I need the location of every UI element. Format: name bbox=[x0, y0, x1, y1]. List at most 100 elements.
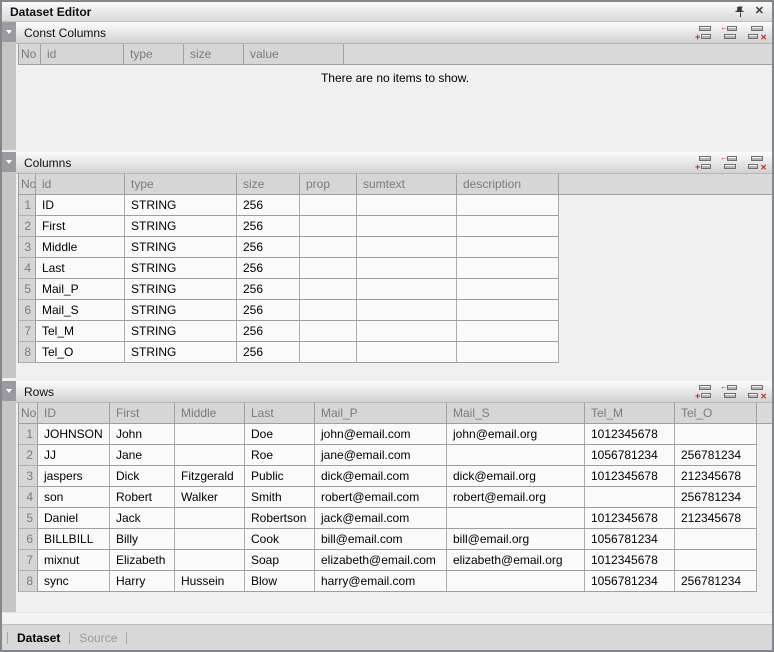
table-cell[interactable]: 256 bbox=[237, 237, 300, 258]
add-row-icon[interactable]: + bbox=[695, 25, 714, 40]
table-cell[interactable] bbox=[457, 216, 559, 237]
column-header-sumtext[interactable]: sumtext bbox=[357, 174, 457, 195]
column-header-size[interactable]: size bbox=[184, 44, 244, 65]
table-cell[interactable]: 1012345678 bbox=[585, 508, 675, 529]
column-header-description[interactable]: description bbox=[457, 174, 559, 195]
collapse-button[interactable] bbox=[2, 381, 16, 401]
table-cell[interactable] bbox=[447, 508, 585, 529]
table-cell[interactable]: Blow bbox=[245, 571, 315, 592]
table-cell[interactable]: Mail_P bbox=[36, 279, 125, 300]
table-cell[interactable]: mixnut bbox=[38, 550, 110, 571]
table-cell[interactable] bbox=[357, 195, 457, 216]
table-cell[interactable]: 256781234 bbox=[675, 445, 757, 466]
table-cell[interactable] bbox=[457, 300, 559, 321]
column-header-type[interactable]: type bbox=[124, 44, 184, 65]
table-cell[interactable]: JOHNSON bbox=[38, 424, 110, 445]
table-cell[interactable]: 256 bbox=[237, 300, 300, 321]
add-row-icon[interactable]: + bbox=[695, 384, 714, 399]
table-cell[interactable] bbox=[175, 550, 245, 571]
row-number-cell[interactable]: 1 bbox=[18, 424, 38, 445]
row-number-cell[interactable]: 5 bbox=[18, 279, 36, 300]
table-cell[interactable]: 1056781234 bbox=[585, 571, 675, 592]
column-header-mail_s[interactable]: Mail_S bbox=[447, 403, 585, 424]
table-cell[interactable]: john@email.org bbox=[447, 424, 585, 445]
table-cell[interactable]: jaspers bbox=[38, 466, 110, 487]
collapse-button[interactable] bbox=[2, 22, 16, 42]
table-cell[interactable]: harry@email.com bbox=[315, 571, 447, 592]
table-cell[interactable] bbox=[175, 508, 245, 529]
row-number-cell[interactable]: 6 bbox=[18, 529, 38, 550]
column-header-id[interactable]: id bbox=[36, 174, 125, 195]
table-cell[interactable] bbox=[300, 279, 357, 300]
table-cell[interactable] bbox=[300, 195, 357, 216]
add-row-icon[interactable]: + bbox=[695, 155, 714, 170]
table-cell[interactable]: Smith bbox=[245, 487, 315, 508]
column-header-first[interactable]: First bbox=[110, 403, 175, 424]
table-cell[interactable]: 212345678 bbox=[675, 466, 757, 487]
table-cell[interactable] bbox=[447, 571, 585, 592]
table-cell[interactable] bbox=[675, 529, 757, 550]
table-cell[interactable]: elizabeth@email.org bbox=[447, 550, 585, 571]
column-header-size[interactable]: size bbox=[237, 174, 300, 195]
insert-row-icon[interactable]: ← bbox=[721, 25, 740, 40]
table-cell[interactable] bbox=[357, 321, 457, 342]
column-header-tel_m[interactable]: Tel_M bbox=[585, 403, 675, 424]
insert-row-icon[interactable]: ← bbox=[721, 384, 740, 399]
table-cell[interactable]: 256781234 bbox=[675, 571, 757, 592]
table-cell[interactable]: Elizabeth bbox=[110, 550, 175, 571]
column-header-middle[interactable]: Middle bbox=[175, 403, 245, 424]
table-cell[interactable]: STRING bbox=[125, 300, 237, 321]
table-cell[interactable]: Doe bbox=[245, 424, 315, 445]
column-header-tel_o[interactable]: Tel_O bbox=[675, 403, 757, 424]
table-cell[interactable]: sync bbox=[38, 571, 110, 592]
table-cell[interactable]: Public bbox=[245, 466, 315, 487]
table-cell[interactable]: Billy bbox=[110, 529, 175, 550]
delete-row-icon[interactable]: ✕ bbox=[747, 384, 766, 399]
table-cell[interactable]: Roe bbox=[245, 445, 315, 466]
table-cell[interactable]: Cook bbox=[245, 529, 315, 550]
table-cell[interactable]: elizabeth@email.com bbox=[315, 550, 447, 571]
table-cell[interactable]: john@email.com bbox=[315, 424, 447, 445]
table-cell[interactable] bbox=[175, 424, 245, 445]
table-cell[interactable] bbox=[357, 300, 457, 321]
table-cell[interactable] bbox=[447, 445, 585, 466]
table-cell[interactable]: robert@email.org bbox=[447, 487, 585, 508]
table-cell[interactable]: 256 bbox=[237, 279, 300, 300]
column-header-no[interactable]: No bbox=[18, 174, 36, 195]
row-number-cell[interactable]: 3 bbox=[18, 466, 38, 487]
table-cell[interactable]: robert@email.com bbox=[315, 487, 447, 508]
table-cell[interactable] bbox=[300, 258, 357, 279]
row-number-cell[interactable]: 4 bbox=[18, 487, 38, 508]
delete-row-icon[interactable]: ✕ bbox=[747, 155, 766, 170]
table-cell[interactable]: Jack bbox=[110, 508, 175, 529]
table-cell[interactable]: STRING bbox=[125, 342, 237, 363]
table-cell[interactable] bbox=[300, 216, 357, 237]
table-cell[interactable] bbox=[357, 342, 457, 363]
table-cell[interactable]: Mail_S bbox=[36, 300, 125, 321]
table-cell[interactable]: 256 bbox=[237, 216, 300, 237]
table-cell[interactable] bbox=[457, 258, 559, 279]
table-cell[interactable]: Robert bbox=[110, 487, 175, 508]
table-cell[interactable]: 1012345678 bbox=[585, 550, 675, 571]
row-number-cell[interactable]: 2 bbox=[18, 216, 36, 237]
table-cell[interactable]: 256 bbox=[237, 342, 300, 363]
table-cell[interactable]: Tel_O bbox=[36, 342, 125, 363]
table-cell[interactable]: STRING bbox=[125, 216, 237, 237]
close-icon[interactable]: ✕ bbox=[755, 6, 764, 17]
table-cell[interactable] bbox=[175, 529, 245, 550]
row-number-cell[interactable]: 3 bbox=[18, 237, 36, 258]
table-cell[interactable] bbox=[457, 342, 559, 363]
table-cell[interactable] bbox=[357, 237, 457, 258]
table-cell[interactable] bbox=[585, 487, 675, 508]
insert-row-icon[interactable]: ← bbox=[721, 155, 740, 170]
table-cell[interactable]: 1012345678 bbox=[585, 466, 675, 487]
table-cell[interactable]: STRING bbox=[125, 237, 237, 258]
row-number-cell[interactable]: 6 bbox=[18, 300, 36, 321]
table-cell[interactable]: 1012345678 bbox=[585, 424, 675, 445]
table-cell[interactable]: STRING bbox=[125, 321, 237, 342]
column-header-no[interactable]: No bbox=[18, 403, 38, 424]
table-cell[interactable]: Fitzgerald bbox=[175, 466, 245, 487]
table-cell[interactable]: 1056781234 bbox=[585, 529, 675, 550]
column-header-last[interactable]: Last bbox=[245, 403, 315, 424]
tab-dataset[interactable]: Dataset bbox=[8, 631, 69, 645]
